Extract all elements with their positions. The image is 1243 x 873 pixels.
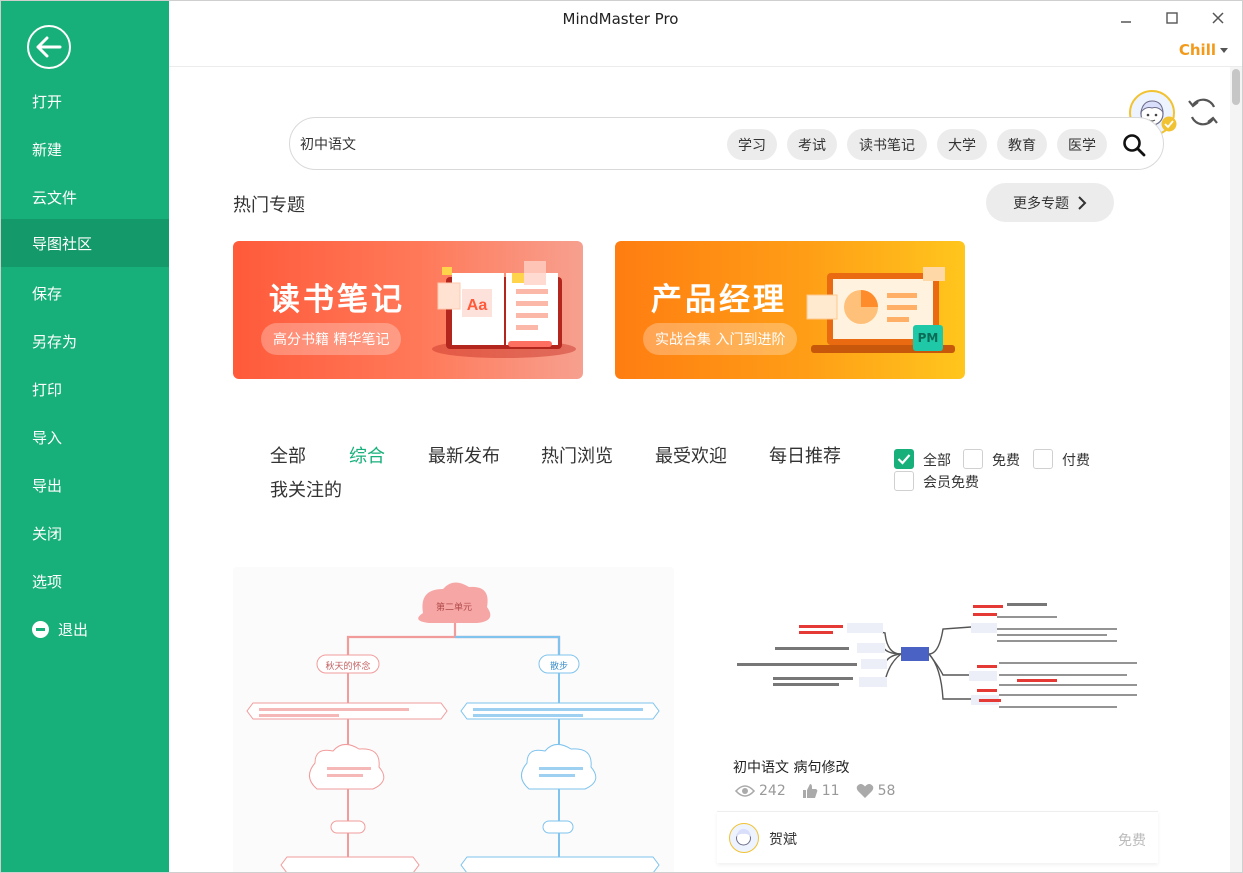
search-input[interactable] xyxy=(300,130,700,158)
author-avatar[interactable] xyxy=(729,823,759,853)
minimize-button[interactable] xyxy=(1114,7,1138,29)
filter-vip-free-label: 会员免费 xyxy=(923,475,979,491)
filter-paid-label: 付费 xyxy=(1062,453,1090,469)
filter-vip-free-checkbox[interactable] xyxy=(894,471,914,491)
sidebar-item-community[interactable]: 导图社区 xyxy=(1,219,169,267)
tag-exam[interactable]: 考试 xyxy=(787,129,837,160)
pm-badge: PM xyxy=(917,331,939,345)
banner-subtitle: 实战合集 入门到进阶 xyxy=(643,323,798,355)
search-icon[interactable] xyxy=(1122,133,1146,157)
mindmap-preview xyxy=(737,603,1137,708)
exit-icon xyxy=(32,620,49,638)
vertical-scrollbar[interactable] xyxy=(1230,67,1242,872)
sidebar-item-print[interactable]: 打印 xyxy=(1,365,169,413)
tab-most-liked[interactable]: 最受欢迎 xyxy=(655,442,727,468)
sidebar-item-save[interactable]: 保存 xyxy=(1,269,169,317)
eye-icon xyxy=(735,785,755,797)
chevron-right-icon xyxy=(1078,195,1087,210)
sidebar-item-import[interactable]: 导入 xyxy=(1,413,169,461)
filter-free-checkbox[interactable] xyxy=(963,449,983,469)
maximize-icon xyxy=(1166,12,1178,24)
tab-daily-picks[interactable]: 每日推荐 xyxy=(769,442,841,468)
sync-icon[interactable] xyxy=(1185,94,1221,130)
tag-university[interactable]: 大学 xyxy=(937,129,987,160)
sidebar-item-exit[interactable]: 退出 xyxy=(1,605,169,653)
sidebar-item-open[interactable]: 打开 xyxy=(1,77,169,125)
filter-free-label: 免费 xyxy=(992,453,1020,469)
banner-subtitle: 高分书籍 精华笔记 xyxy=(261,323,402,355)
scrollbar-thumb[interactable] xyxy=(1232,69,1240,105)
sidebar: 打开 新建 云文件 导图社区 保存 另存为 打印 导入 导出 关闭 选项 退出 xyxy=(1,1,169,872)
tab-latest[interactable]: 最新发布 xyxy=(428,442,500,468)
like-count: 11 xyxy=(821,783,840,799)
tag-education[interactable]: 教育 xyxy=(997,129,1047,160)
banner-reading-notes[interactable]: 读书笔记 高分书籍 精华笔记 Aa xyxy=(233,241,583,379)
vip-badge-icon xyxy=(1161,116,1177,132)
mindmap-root-node: 第二单元 xyxy=(435,603,472,613)
close-icon xyxy=(1212,12,1224,24)
tab-following[interactable]: 我关注的 xyxy=(270,476,342,502)
chevron-down-icon xyxy=(1220,47,1228,53)
price-badge: 免费 xyxy=(1118,833,1146,849)
sidebar-item-export[interactable]: 导出 xyxy=(1,461,169,509)
tag-study[interactable]: 学习 xyxy=(727,129,777,160)
tag-medicine[interactable]: 医学 xyxy=(1057,129,1107,160)
hot-topics-title: 热门专题 xyxy=(233,195,305,216)
arrow-left-icon xyxy=(36,36,62,58)
tab-popular-views[interactable]: 热门浏览 xyxy=(541,442,613,468)
username: Chill xyxy=(1178,41,1216,59)
favorite-count: 58 xyxy=(877,783,896,799)
maximize-button[interactable] xyxy=(1160,7,1184,29)
tab-comprehensive[interactable]: 综合 xyxy=(349,442,385,468)
filter-all-label: 全部 xyxy=(923,453,951,469)
tab-all[interactable]: 全部 xyxy=(270,442,306,468)
heart-icon xyxy=(856,784,873,798)
minimize-icon xyxy=(1121,21,1131,23)
view-count: 242 xyxy=(759,783,786,799)
mindmap-branch-node-left: 秋天的怀念 xyxy=(325,662,371,672)
author-name[interactable]: 贺斌 xyxy=(769,829,797,849)
card-title: 初中语文 病句修改 xyxy=(733,760,850,776)
mindmap-branch-node-right: 散步 xyxy=(549,662,568,672)
thumbs-up-icon xyxy=(802,784,818,798)
more-topics-button[interactable]: 更多专题 xyxy=(986,183,1114,222)
window-title: MindMaster Pro xyxy=(562,10,679,28)
filter-all-checkbox[interactable] xyxy=(894,449,914,469)
sidebar-item-close[interactable]: 关闭 xyxy=(1,509,169,557)
tag-reading-notes[interactable]: 读书笔记 xyxy=(847,129,927,160)
back-button[interactable] xyxy=(27,25,71,69)
avatar-illustration-icon xyxy=(736,829,751,846)
card-footer: 贺斌 免费 xyxy=(717,811,1158,863)
banner-product-manager[interactable]: 产品经理 实战合集 入门到进阶 PM xyxy=(615,241,965,379)
filter-paid-checkbox[interactable] xyxy=(1033,449,1053,469)
app-window: 打开 新建 云文件 导图社区 保存 另存为 打印 导入 导出 关闭 选项 退出 … xyxy=(0,0,1243,873)
checkmark-icon xyxy=(897,454,911,465)
sidebar-item-new[interactable]: 新建 xyxy=(1,125,169,173)
laptop-chart-illustration-icon xyxy=(806,267,955,353)
user-menu[interactable]: Chill xyxy=(1179,41,1228,59)
sidebar-item-options[interactable]: 选项 xyxy=(1,557,169,605)
card-stats: 242 11 58 xyxy=(735,783,903,799)
title-bar: MindMaster Pro Chill xyxy=(169,1,1242,67)
book-illustration-icon: Aa xyxy=(432,261,576,358)
banner-title: 产品经理 xyxy=(651,282,787,318)
sidebar-item-cloud-files[interactable]: 云文件 xyxy=(1,173,169,221)
template-card[interactable]: 初中语文 病句修改 242 11 58 贺斌 免费 xyxy=(717,567,1158,863)
search-bar: 学习 考试 读书笔记 大学 教育 医学 xyxy=(289,117,1164,170)
close-window-button[interactable] xyxy=(1206,7,1230,29)
banner-title: 读书笔记 xyxy=(269,282,405,318)
svg-text:Aa: Aa xyxy=(467,297,488,314)
template-card[interactable]: 第二单元 秋天的怀念 散步 xyxy=(233,567,674,872)
sidebar-item-save-as[interactable]: 另存为 xyxy=(1,317,169,365)
